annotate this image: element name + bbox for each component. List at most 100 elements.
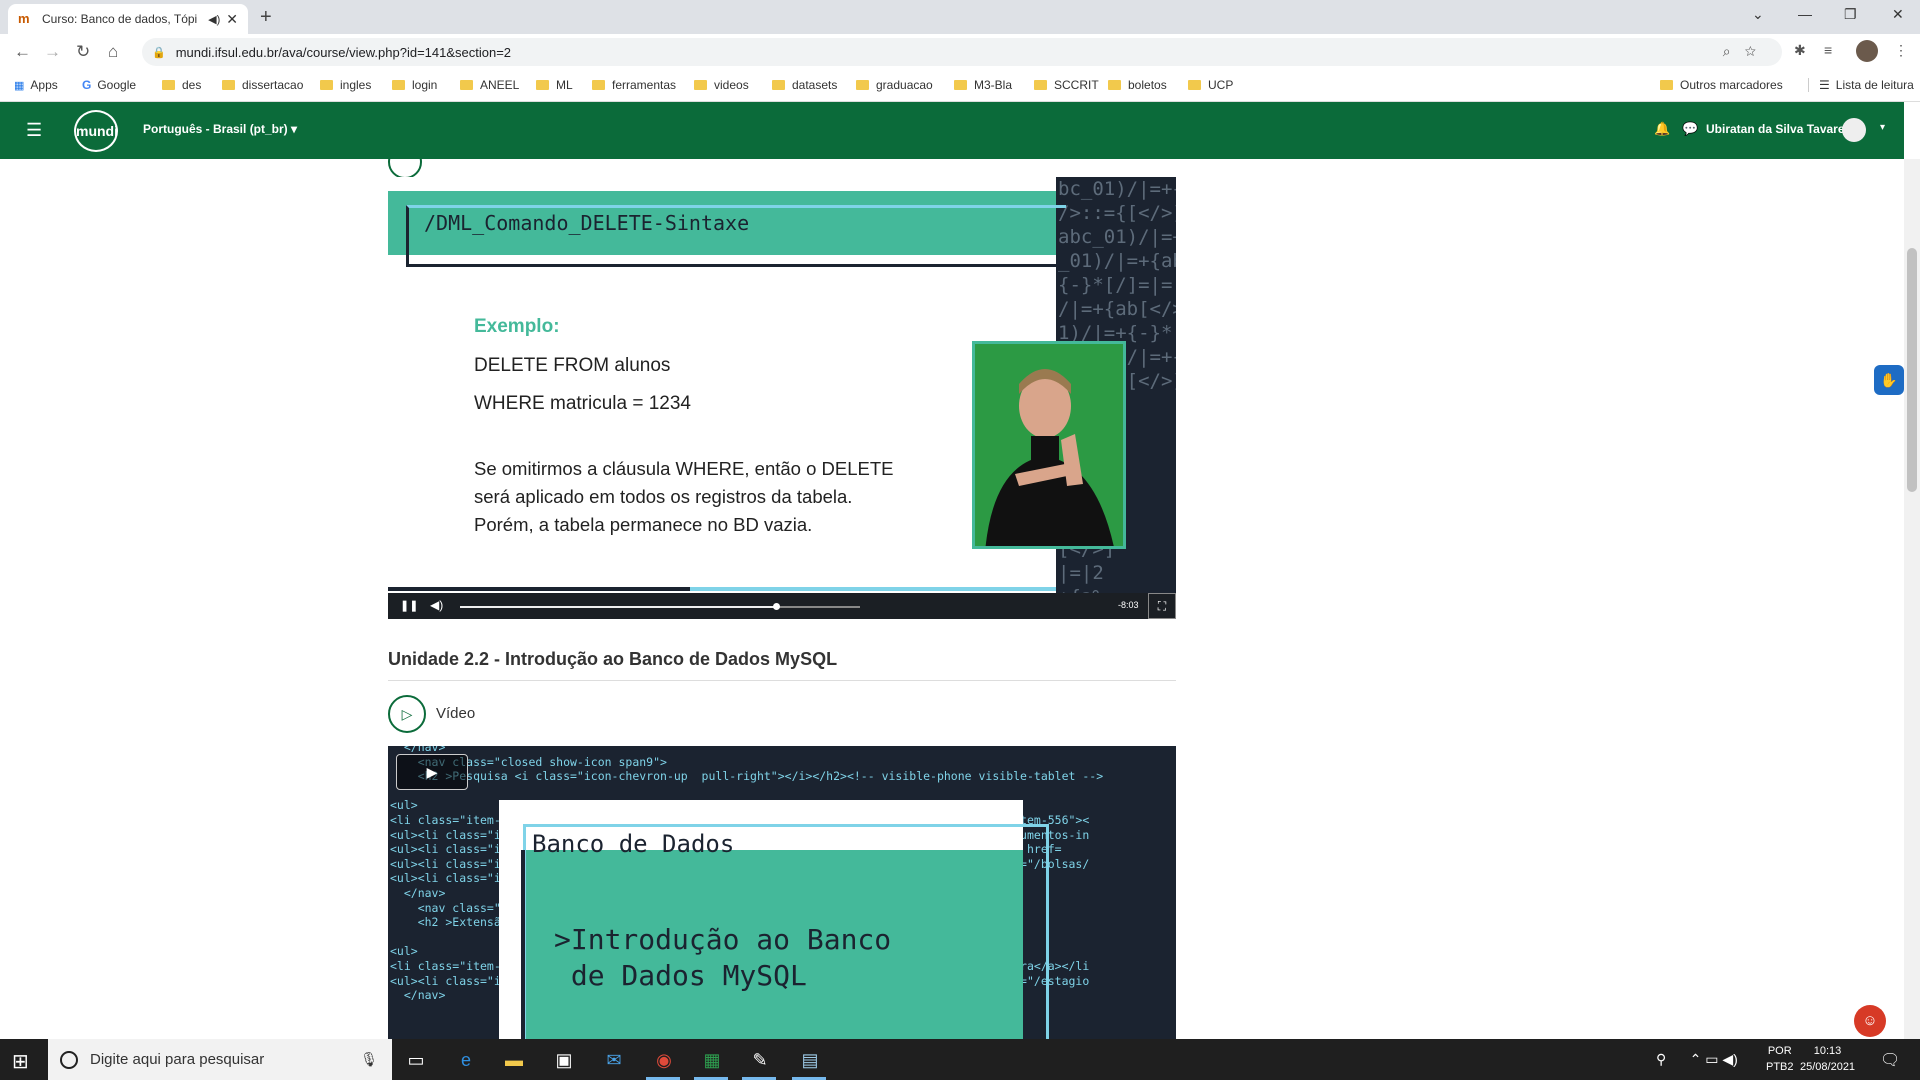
slide-progress-fill — [388, 587, 690, 591]
file-explorer-icon[interactable]: ▬ — [502, 1048, 526, 1072]
site-header: ☰ mundi Português - Brasil (pt_br) ▾ 🔔 💬… — [0, 102, 1904, 159]
bookmark-folder[interactable]: videos — [694, 78, 749, 92]
language-code: POR — [1767, 1045, 1792, 1057]
slide-subtitle-line: de Dados MySQL — [554, 959, 807, 992]
store-icon[interactable]: ▣ — [552, 1048, 576, 1072]
seek-handle[interactable] — [773, 603, 780, 610]
activity-label[interactable]: Vídeo — [436, 705, 475, 722]
pause-icon[interactable]: ❚❚ — [400, 599, 418, 612]
video-player-intro-mysql[interactable]: </nav> <nav class="closed show-icon span… — [388, 746, 1176, 1039]
paint-icon[interactable]: ✎ — [748, 1048, 772, 1072]
example-label: Exemplo: — [474, 316, 560, 337]
fullscreen-icon[interactable]: ⛶ — [1148, 593, 1176, 619]
bookmark-apps[interactable]: ▦ Apps — [14, 78, 58, 92]
language-selector[interactable]: Português - Brasil (pt_br) ▾ — [143, 122, 297, 136]
messages-chat-icon[interactable]: 💬 — [1682, 121, 1698, 137]
user-menu-caret-icon[interactable]: ▾ — [1880, 122, 1885, 133]
taskbar-search-box[interactable]: Digite aqui para pesquisar 🎙 — [48, 1039, 392, 1080]
notifications-bell-icon[interactable]: 🔔 — [1654, 121, 1670, 137]
sql-line: WHERE matricula = 1234 — [474, 393, 691, 414]
bookmark-folder[interactable]: login — [392, 78, 437, 92]
lock-icon[interactable]: 🔒 — [152, 46, 166, 59]
tab-title: Curso: Banco de dados, Tópi — [42, 12, 198, 26]
url-text[interactable]: mundi.ifsul.edu.br/ava/course/view.php?i… — [176, 45, 511, 60]
folder-icon — [162, 80, 175, 90]
close-tab-icon[interactable]: ✕ — [226, 11, 238, 28]
bookmark-label: Google — [97, 78, 137, 92]
accessibility-hand-icon[interactable]: ✋ — [1874, 365, 1904, 395]
bookmark-other[interactable]: Outros marcadores — [1660, 78, 1783, 92]
bookmark-folder[interactable]: ML — [536, 78, 573, 92]
new-tab-button[interactable]: + — [260, 6, 272, 29]
language-label: Português - Brasil (pt_br) — [143, 122, 288, 136]
windows-start-icon[interactable]: ⊞ — [12, 1049, 29, 1074]
reading-list-button[interactable]: ☰ Lista de leitura — [1808, 78, 1914, 92]
microphone-icon[interactable]: 🎙 — [360, 1051, 378, 1068]
bookmark-folder[interactable]: des — [162, 78, 201, 92]
bookmark-label: des — [182, 78, 202, 92]
speaker-icon[interactable]: ◀) — [208, 13, 220, 26]
mail-icon[interactable]: ✉ — [602, 1048, 626, 1072]
bookmarks-bar: ▦ Apps G Google des dissertacao ingles l… — [0, 70, 1920, 102]
assistant-avatar-icon[interactable]: ☺ — [1854, 1005, 1886, 1037]
bookmark-folder[interactable]: graduacao — [856, 78, 933, 92]
input-language[interactable]: POR PTB2 — [1766, 1043, 1794, 1075]
extensions-icon[interactable]: ✱ — [1794, 42, 1806, 59]
restore-button[interactable]: ❐ — [1844, 6, 1857, 23]
folder-icon — [592, 80, 605, 90]
bookmark-google[interactable]: G Google — [82, 78, 136, 92]
edge-icon[interactable]: e — [454, 1048, 478, 1072]
spreadsheet-icon[interactable]: ▦ — [700, 1048, 724, 1072]
chrome-icon[interactable]: ◉ — [652, 1048, 676, 1072]
bookmark-folder[interactable]: ferramentas — [592, 78, 676, 92]
user-avatar[interactable] — [1842, 118, 1866, 142]
system-tray-icons[interactable]: ⚲ ⌃ ▭ ◀) — [1656, 1051, 1738, 1068]
notifications-icon[interactable]: 🗨 — [1880, 1050, 1900, 1070]
hamburger-menu-icon[interactable]: ☰ — [26, 120, 42, 141]
user-name[interactable]: Ubiratan da Silva Tavares — [1706, 122, 1851, 136]
bookmark-folder[interactable]: ANEEL — [460, 78, 519, 92]
close-window-button[interactable]: ✕ — [1892, 6, 1904, 23]
bookmark-folder[interactable]: boletos — [1108, 78, 1167, 92]
slide-title: Banco de Dados — [532, 830, 735, 858]
slide-title: /DML_Comando_DELETE-Sintaxe — [424, 211, 750, 235]
slide-dark-bar — [521, 850, 525, 1039]
bookmark-folder[interactable]: SCCRIT — [1034, 78, 1099, 92]
sql-line: DELETE FROM alunos — [474, 355, 671, 376]
minimize-button[interactable]: — — [1798, 6, 1812, 22]
tab-search-icon[interactable]: ⌄ — [1752, 6, 1764, 23]
bookmark-folder[interactable]: M3-Bla — [954, 78, 1012, 92]
course-content: bc_01)/|=+{ />::={[</>]* abc_01)/|=+{ _0… — [0, 159, 1904, 1039]
video-player-delete-syntax[interactable]: bc_01)/|=+{ />::={[</>]* abc_01)/|=+{ _0… — [388, 177, 1176, 619]
play-button[interactable]: ▶ — [396, 754, 468, 790]
bookmark-folder[interactable]: UCP — [1188, 78, 1233, 92]
reading-list-icon[interactable]: ≡ — [1824, 42, 1832, 58]
bookmark-folder[interactable]: dissertacao — [222, 78, 303, 92]
search-placeholder: Digite aqui para pesquisar — [90, 1051, 265, 1068]
forward-icon[interactable]: → — [44, 42, 61, 62]
scrollbar-thumb[interactable] — [1907, 248, 1917, 492]
mundi-logo[interactable]: mundi — [74, 110, 118, 152]
system-clock[interactable]: 10:13 25/08/2021 — [1800, 1043, 1855, 1075]
task-view-icon[interactable]: ▭ — [404, 1048, 428, 1072]
menu-kebab-icon[interactable]: ⋮ — [1894, 42, 1908, 59]
home-icon[interactable]: ⌂ — [108, 42, 118, 62]
cortana-circle-icon — [60, 1050, 78, 1069]
back-icon[interactable]: ← — [14, 42, 31, 62]
notepad-icon[interactable]: ▤ — [798, 1048, 822, 1072]
folder-icon — [460, 80, 473, 90]
browser-tab[interactable]: m Curso: Banco de dados, Tópi ◀) ✕ — [8, 4, 248, 34]
reload-icon[interactable]: ↻ — [76, 42, 90, 62]
play-circle-icon[interactable]: ▷ — [388, 695, 426, 733]
volume-icon[interactable]: ◀) — [430, 598, 443, 612]
folder-icon — [694, 80, 707, 90]
zoom-and-star-icons[interactable]: ⌕☆ — [1723, 43, 1770, 60]
address-bar[interactable]: 🔒 mundi.ifsul.edu.br/ava/course/view.php… — [142, 38, 1782, 66]
folder-icon — [1188, 80, 1201, 90]
bookmark-folder[interactable]: ingles — [320, 78, 371, 92]
bookmark-label: Outros marcadores — [1680, 78, 1783, 92]
time-remaining: -8:03 — [1118, 600, 1139, 610]
profile-avatar[interactable] — [1856, 40, 1878, 62]
bookmark-label: M3-Bla — [974, 78, 1013, 92]
bookmark-folder[interactable]: datasets — [772, 78, 837, 92]
